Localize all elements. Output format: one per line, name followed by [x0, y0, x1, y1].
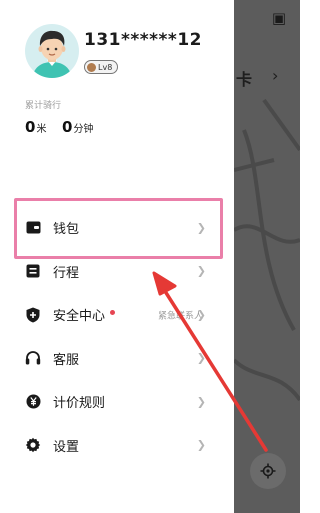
gear-icon [25, 437, 41, 453]
notification-dot [110, 309, 116, 315]
menu-item-customer-service[interactable]: 客服 ❯ [0, 337, 234, 381]
level-text: Lv8 [98, 62, 113, 72]
chevron-right-icon: ❯ [196, 351, 206, 365]
stat-duration: 0 分钟 [62, 118, 93, 136]
stats-caption: 累计骑行 [25, 101, 62, 111]
headset-icon [25, 350, 41, 366]
menu-label-safety-center: 安全中心 [53, 309, 106, 325]
gift-icon[interactable]: ▣ [272, 9, 286, 27]
map-card-text: 卡 [236, 70, 253, 89]
menu-label-pricing-rules: 计价规则 [53, 396, 106, 412]
level-badge[interactable]: Lv8 [84, 60, 119, 74]
distance-unit: 米 [36, 124, 47, 135]
chevron-right-icon: ❯ [196, 264, 206, 278]
trip-icon [25, 263, 41, 279]
duration-unit: 分钟 [73, 124, 94, 135]
yuan-icon [25, 394, 41, 410]
chevron-right-icon: ❯ [196, 395, 206, 409]
menu-item-settings[interactable]: 设置 ❯ [0, 424, 234, 468]
chevron-right-icon: ❯ [196, 438, 206, 452]
locate-icon [260, 463, 276, 479]
wallet-highlight-box [14, 198, 223, 259]
level-medal-icon [87, 62, 96, 72]
menu-label-settings: 设置 [53, 439, 80, 455]
menu-item-safety-center[interactable]: 安全中心 紧急联系人 ❯ [0, 293, 234, 337]
chevron-right-icon: ❯ [196, 308, 206, 322]
user-phone: 131******12 [84, 30, 202, 50]
duration-value: 0 [62, 118, 73, 136]
avatar[interactable] [25, 24, 79, 78]
shield-icon [25, 307, 41, 323]
menu-label-trips: 行程 [53, 265, 80, 281]
locate-button[interactable] [250, 453, 286, 489]
menu-label-customer-service: 客服 [53, 352, 80, 368]
map-card-chevron-icon[interactable]: › [272, 66, 278, 85]
map-background: ▣ 卡 › [234, 0, 300, 513]
distance-value: 0 [25, 118, 36, 136]
stat-distance: 0 米 [25, 118, 46, 136]
menu-item-pricing-rules[interactable]: 计价规则 ❯ [0, 380, 234, 424]
